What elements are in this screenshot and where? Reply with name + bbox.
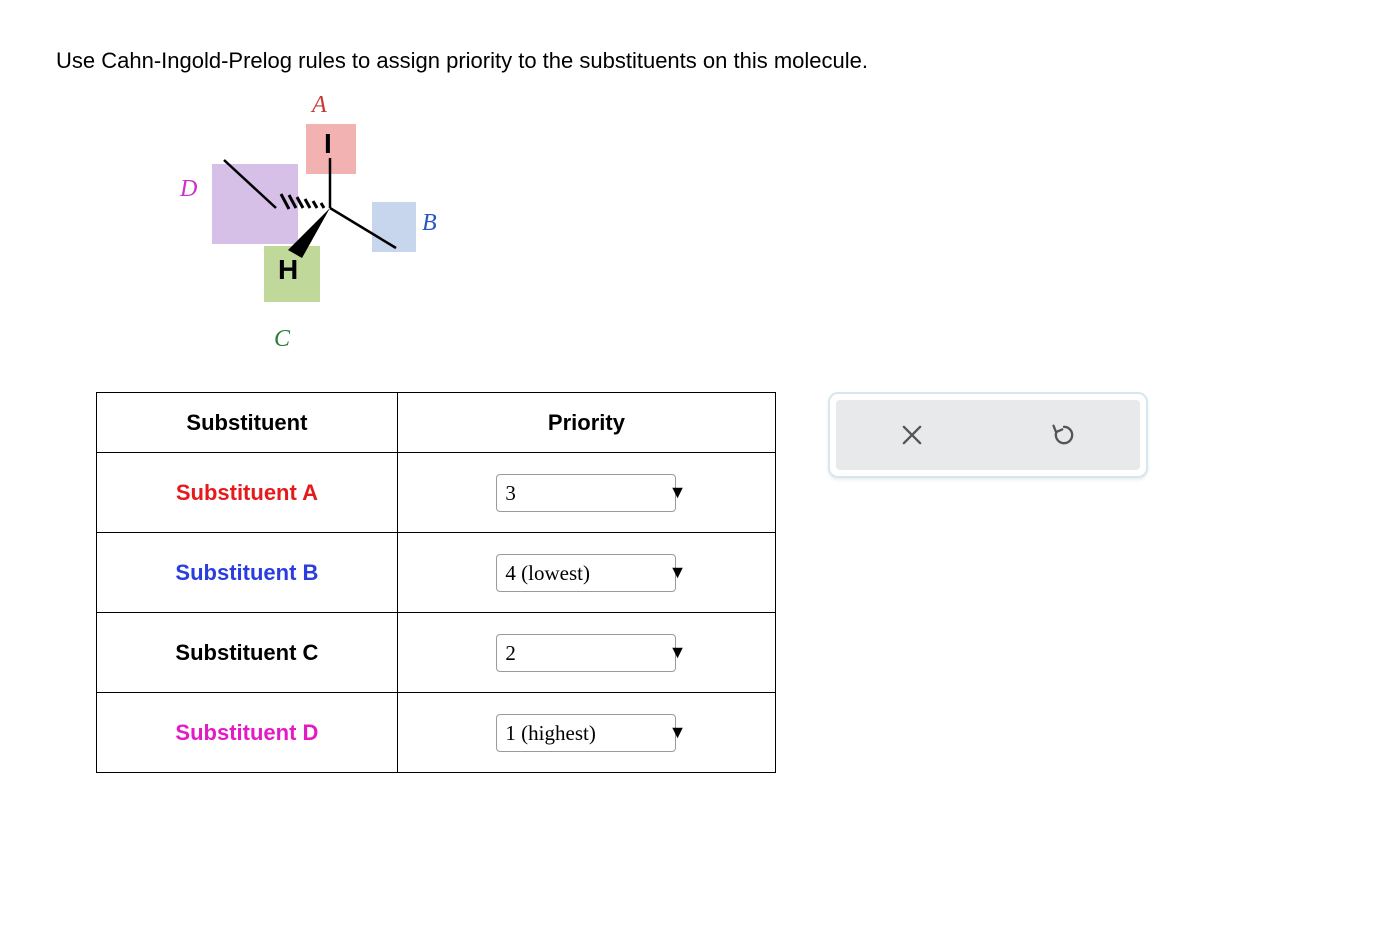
substituent-label-c: C (274, 326, 290, 353)
action-toolbar (828, 392, 1148, 478)
molecule-diagram: I H A B C D (96, 98, 456, 358)
close-button[interactable] (836, 400, 988, 470)
priority-select-a[interactable]: 3 ▼ (496, 474, 676, 512)
table-row: Substituent C 2 ▼ (97, 613, 776, 693)
col-header-substituent: Substituent (97, 393, 398, 453)
row-label-d: Substituent D (175, 720, 318, 745)
row-label-c: Substituent C (175, 640, 318, 665)
atom-label-i: I (324, 128, 332, 160)
priority-value-a: 3 (496, 474, 676, 512)
col-header-priority: Priority (397, 393, 775, 453)
atom-label-h: H (278, 254, 298, 286)
question-text: Use Cahn-Ingold-Prelog rules to assign p… (56, 48, 1326, 74)
priority-value-b: 4 (lowest) (496, 554, 676, 592)
table-row: Substituent D 1 (highest) ▼ (97, 693, 776, 773)
priority-select-d[interactable]: 1 (highest) ▼ (496, 714, 676, 752)
priority-select-c[interactable]: 2 ▼ (496, 634, 676, 672)
priority-value-c: 2 (496, 634, 676, 672)
bond-lines (96, 98, 456, 358)
substituent-label-d: D (180, 176, 197, 203)
priority-table: Substituent Priority Substituent A 3 ▼ S… (96, 392, 776, 773)
reset-button[interactable] (988, 400, 1140, 470)
table-row: Substituent B 4 (lowest) ▼ (97, 533, 776, 613)
reset-icon (1050, 421, 1078, 449)
substituent-label-b: B (422, 210, 437, 237)
priority-value-d: 1 (highest) (496, 714, 676, 752)
substituent-label-a: A (312, 92, 327, 119)
close-icon (898, 421, 926, 449)
row-label-a: Substituent A (176, 480, 318, 505)
row-label-b: Substituent B (175, 560, 318, 585)
table-row: Substituent A 3 ▼ (97, 453, 776, 533)
priority-select-b[interactable]: 4 (lowest) ▼ (496, 554, 676, 592)
